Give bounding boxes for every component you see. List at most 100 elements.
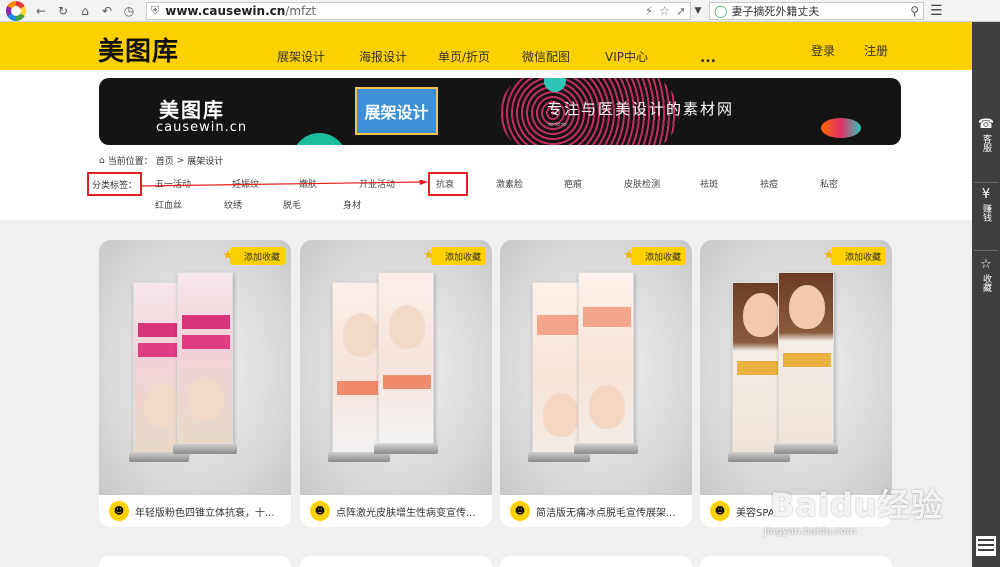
tag-item[interactable]: 祛斑 [700,177,718,190]
tag-label: 分类标签： [91,180,137,191]
nav-item-poster-design[interactable]: 海报设计 [359,48,407,65]
product-thumbnail[interactable]: ★ 添加收藏 [300,240,492,495]
tag-item[interactable]: 红血丝 [155,198,182,211]
site-header: 美图库 展架设计 海报设计 单页/折页 微信配图 VIP中心 ... 登录 注册 [0,22,972,70]
browser-search-input[interactable]: ◯ 妻子摘死外籍丈夫 ⚲ [709,1,924,20]
security-shield-icon: ⛨ [151,3,160,17]
tag-label-highlight: 分类标签： [87,172,142,196]
annotation-arrow [140,180,428,187]
card-title[interactable]: 点阵激光皮肤增生性病变宣传... [336,504,476,519]
standee-base [574,444,638,454]
home-icon[interactable]: ⌂ [74,0,96,22]
product-card-next-row[interactable] [300,556,492,567]
browser-logo-icon[interactable] [0,0,30,22]
standee-base [774,444,838,454]
breadcrumb: ⌂ 当前位置： 首页 > 展架设计 [99,154,223,168]
menu-icon[interactable]: ☰ [930,3,943,19]
product-card[interactable]: ★ 添加收藏 ☻ 简洁版无痛冰点脱毛宣传展架... [500,240,692,527]
money-icon: ¥ [981,187,991,202]
tag-highlight-box [428,172,468,196]
add-favorite-button[interactable]: ★ 添加收藏 [623,247,686,265]
address-bar[interactable]: ⛨ www.causewin.cn /mfzt ⚡ ☆ ➚ [146,1,691,20]
tag-item[interactable]: 身材 [343,198,361,211]
site-logo[interactable]: 美图库 [98,31,179,68]
search-query: 妻子摘死外籍丈夫 [731,4,820,18]
undo-icon[interactable]: ↶ [96,0,118,22]
promo-banner[interactable]: 美图库 causewin.cn 展架设计 专注与医美设计的素材网 ≈≈≈ [99,78,901,145]
product-thumbnail[interactable]: ★ 添加收藏 [99,240,291,495]
nav-item-vip[interactable]: VIP中心 [605,48,648,65]
nav-item-flyer[interactable]: 单页/折页 [438,48,490,65]
home-small-icon: ⌂ [99,155,105,166]
standee-base [173,444,237,454]
search-engine-icon: ◯ [714,3,728,18]
product-card[interactable]: ★ 添加收藏 ☻ 年轻版粉色四锥立体抗衰，十... [99,240,291,527]
search-icon[interactable]: ⚲ [910,4,919,18]
card-caption[interactable]: ☻ 年轻版粉色四锥立体抗衰，十... [99,495,291,527]
product-thumbnail[interactable]: ★ 添加收藏 [500,240,692,495]
tag-item[interactable]: 脱毛 [283,198,301,211]
register-link[interactable]: 注册 [864,42,888,59]
standee-image [378,272,434,444]
add-favorite-label: 添加收藏 [243,252,280,263]
qr-code-icon[interactable] [976,536,996,556]
add-favorite-button[interactable]: ★ 添加收藏 [423,247,486,265]
customer-service-button[interactable]: ☎ 客服 [972,117,1000,153]
avatar: ☻ [310,501,330,521]
history-icon[interactable]: ◷ [118,0,140,22]
favorites-label: 收藏 [981,274,991,292]
url-path: /mfzt [285,3,317,18]
back-icon[interactable]: ← [30,0,52,22]
tag-item[interactable]: 激素脸 [496,177,523,190]
product-card[interactable]: ★ 添加收藏 ☻ 点阵激光皮肤增生性病变宣传... [300,240,492,527]
add-favorite-label: 添加收藏 [844,252,881,263]
reload-icon[interactable]: ↻ [52,0,74,22]
tag-item[interactable]: 祛痘 [760,177,778,190]
headset-icon: ☎ [977,117,995,132]
standee-image [177,272,233,444]
banner-waves: ≈≈≈ [547,120,568,130]
card-caption[interactable]: ☻ 简洁版无痛冰点脱毛宣传展架... [500,495,692,527]
star-icon: ☆ [980,257,992,272]
product-thumbnail[interactable]: ★ 添加收藏 [700,240,892,495]
standee-base [374,444,438,454]
tag-item[interactable]: 纹绣 [224,198,242,211]
watermark-url: jingyan.baidu.com [764,526,857,537]
standee-image [778,272,834,444]
baidu-watermark: Baidu经验 jingyan.baidu.com [764,480,944,537]
banner-circle-decoration [292,133,347,145]
sidebar-divider [974,182,998,183]
lightning-icon[interactable]: ⚡ [645,4,653,18]
sidebar-divider [974,250,998,251]
breadcrumb-home[interactable]: 首页 [156,154,174,167]
card-title[interactable]: 年轻版粉色四锥立体抗衰，十... [135,504,275,519]
nav-item-exhibit-design[interactable]: 展架设计 [277,48,325,65]
product-card-next-row[interactable] [99,556,291,567]
share-icon[interactable]: ➚ [676,4,686,18]
product-card-next-row[interactable] [500,556,692,567]
dropdown-arrow-icon[interactable]: ▼ [691,6,705,16]
tag-item[interactable]: 私密 [820,177,838,190]
star-icon: ★ [622,248,635,263]
bookmark-star-icon[interactable]: ☆ [659,4,670,18]
banner-category-card: 展架设计 [355,87,438,135]
banner-wave-decoration [821,118,861,138]
login-link[interactable]: 登录 [811,42,835,59]
nav-item-wechat[interactable]: 微信配图 [522,48,570,65]
breadcrumb-separator: > [176,155,185,166]
star-icon: ★ [422,248,435,263]
add-favorite-label: 添加收藏 [444,252,481,263]
favorites-button[interactable]: ☆ 收藏 [972,257,1000,293]
tag-item[interactable]: 疤痕 [564,177,582,190]
card-caption[interactable]: ☻ 点阵激光皮肤增生性病变宣传... [300,495,492,527]
earn-money-button[interactable]: ¥ 赚钱 [972,187,1000,223]
add-favorite-button[interactable]: ★ 添加收藏 [222,247,285,265]
card-title[interactable]: 简洁版无痛冰点脱毛宣传展架... [536,504,676,519]
customer-service-label: 客服 [981,134,991,152]
nav-more[interactable]: ... [700,50,716,66]
add-favorite-button[interactable]: ★ 添加收藏 [823,247,886,265]
tag-item[interactable]: 皮肤检测 [624,177,660,190]
avatar: ☻ [510,501,530,521]
breadcrumb-current[interactable]: 展架设计 [187,154,223,167]
product-card-next-row[interactable] [700,556,892,567]
